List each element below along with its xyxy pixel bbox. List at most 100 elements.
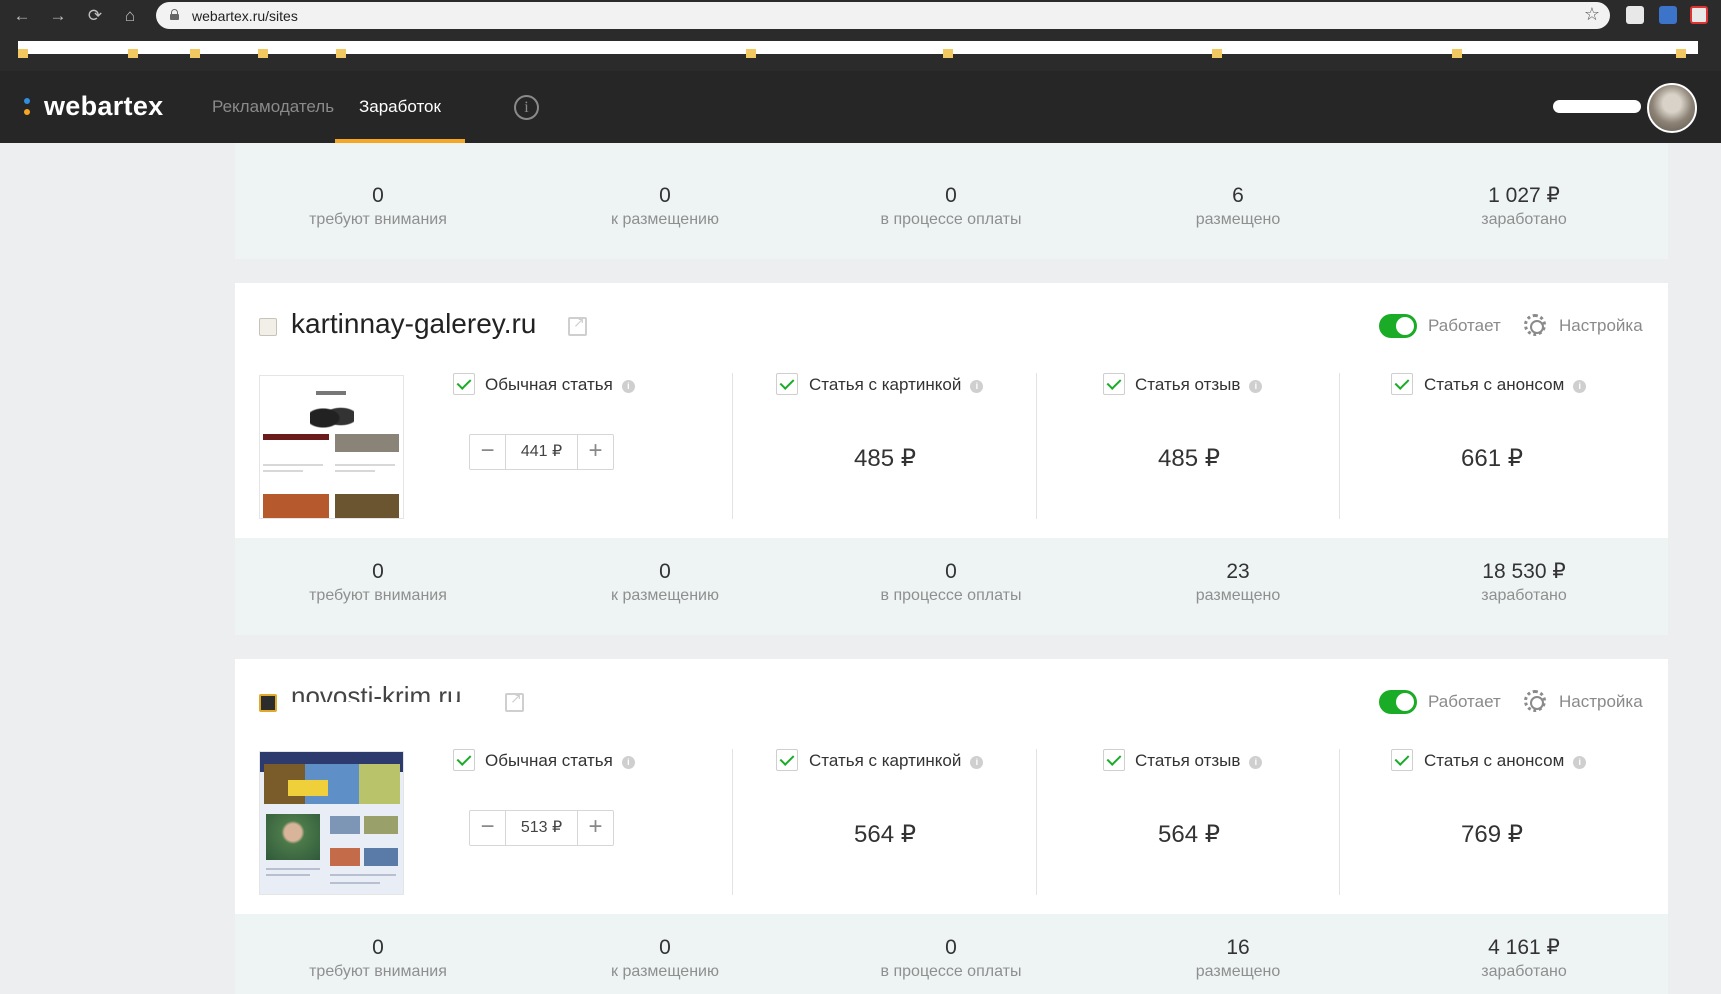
bookmark-folder-icon[interactable] xyxy=(1676,49,1686,58)
help-icon: i xyxy=(1249,756,1263,769)
site-thumbnail xyxy=(259,375,404,519)
site-thumbnail xyxy=(259,751,404,895)
stat-to-place: 0к размещению xyxy=(611,184,719,228)
price-value: 661 ₽ xyxy=(1461,445,1523,472)
price-value[interactable]: 513 ₽ xyxy=(507,811,576,845)
review-article-checkbox[interactable] xyxy=(1103,373,1125,395)
sites-list: 0 требуют внимания 0к размещению 0в проце… xyxy=(0,143,1721,994)
logo-dots-icon xyxy=(24,98,32,118)
stats-row: 0 требуют внимания 0к размещению 0в проце… xyxy=(235,162,1668,259)
bookmarks-redacted xyxy=(18,41,1698,54)
price-value: 769 ₽ xyxy=(1461,821,1523,848)
announce-article-label: Статья с анонсом i xyxy=(1424,375,1587,395)
stat-attention: 0 требуют внимания xyxy=(309,936,447,980)
info-icon[interactable]: i xyxy=(514,95,539,120)
help-icon: i xyxy=(1573,756,1587,769)
logo-text: webartex xyxy=(44,91,164,121)
site-active-toggle[interactable] xyxy=(1379,314,1417,338)
stat-attention: 0 требуют внимания xyxy=(309,560,447,604)
help-icon: i xyxy=(1573,380,1587,393)
gear-icon[interactable] xyxy=(1524,690,1546,712)
price-value: 564 ₽ xyxy=(1158,821,1220,848)
standard-article-checkbox[interactable] xyxy=(453,749,475,771)
tab-advertiser[interactable]: Рекламодатель xyxy=(212,71,334,143)
bookmarks-bar xyxy=(0,31,1721,71)
pricing-review: Статья отзыв i 564 ₽ xyxy=(1036,749,1340,895)
bookmark-folder-icon[interactable] xyxy=(943,49,953,58)
external-link-icon[interactable] xyxy=(505,690,524,712)
settings-link[interactable]: Настройка xyxy=(1559,692,1643,712)
back-arrow-icon[interactable]: ← xyxy=(10,4,34,28)
bookmark-folder-icon[interactable] xyxy=(1212,49,1222,58)
site-active-toggle[interactable] xyxy=(1379,690,1417,714)
bookmark-folder-icon[interactable] xyxy=(1452,49,1462,58)
home-icon[interactable]: ⌂ xyxy=(118,4,142,28)
stat-payment: 0в процессе оплаты xyxy=(880,936,1022,980)
pricing-image: Статья с картинкой i 564 ₽ xyxy=(732,749,1036,895)
pricing-standard: Обычная статья i − 513 ₽ + xyxy=(445,749,749,895)
extension-grid-icon[interactable] xyxy=(1659,6,1677,24)
standard-article-checkbox[interactable] xyxy=(453,373,475,395)
pricing-announce: Статья с анонсом i 769 ₽ xyxy=(1339,749,1643,895)
standard-article-label: Обычная статья i xyxy=(485,751,635,771)
stat-earned: 4 161 ₽ заработано xyxy=(1481,936,1567,980)
bookmark-folder-icon[interactable] xyxy=(190,49,200,58)
pricing-announce: Статья с анонсом i 661 ₽ xyxy=(1339,373,1643,519)
extension-icon[interactable] xyxy=(1626,6,1644,24)
image-article-label: Статья с картинкой i xyxy=(809,375,984,395)
address-bar[interactable]: webartex.ru/sites ☆ xyxy=(156,2,1610,29)
bookmark-folder-icon[interactable] xyxy=(746,49,756,58)
url-text[interactable]: webartex.ru/sites xyxy=(192,8,298,24)
stat-to-place: 0к размещению xyxy=(611,560,719,604)
user-name-redacted[interactable] xyxy=(1553,100,1641,113)
extension-yandex-icon[interactable] xyxy=(1690,6,1708,24)
site-name[interactable]: novosti-krim.ru xyxy=(291,681,461,702)
site-status: Работает xyxy=(1428,692,1501,711)
stats-row: 0 требуют внимания 0к размещению 0в проце… xyxy=(235,538,1668,635)
settings-link[interactable]: Настройка xyxy=(1559,316,1643,336)
forward-arrow-icon[interactable]: → xyxy=(46,4,70,28)
help-icon: i xyxy=(1249,380,1263,393)
price-value: 485 ₽ xyxy=(854,445,916,472)
gear-icon[interactable] xyxy=(1524,314,1546,336)
price-value: 564 ₽ xyxy=(854,821,916,848)
avatar[interactable] xyxy=(1647,83,1697,133)
image-article-checkbox[interactable] xyxy=(776,373,798,395)
plus-icon[interactable]: + xyxy=(577,811,613,845)
price-value: 485 ₽ xyxy=(1158,445,1220,472)
stat-earned: 1 027 ₽ заработано xyxy=(1481,184,1567,228)
standard-article-label: Обычная статья i xyxy=(485,375,635,395)
external-link-icon[interactable] xyxy=(568,314,587,336)
tab-earnings[interactable]: Заработок xyxy=(335,71,465,143)
announce-article-label: Статья с анонсом i xyxy=(1424,751,1587,771)
image-article-checkbox[interactable] xyxy=(776,749,798,771)
minus-icon[interactable]: − xyxy=(470,811,506,845)
stat-placed: 16 размещено xyxy=(1195,936,1281,980)
review-article-checkbox[interactable] xyxy=(1103,749,1125,771)
plus-icon[interactable]: + xyxy=(577,435,613,469)
bookmark-folder-icon[interactable] xyxy=(18,49,28,58)
review-article-label: Статья отзыв i xyxy=(1135,751,1263,771)
announce-article-checkbox[interactable] xyxy=(1391,749,1413,771)
pricing-review: Статья отзыв i 485 ₽ xyxy=(1036,373,1340,519)
price-stepper[interactable]: − 441 ₽ + xyxy=(469,434,614,470)
price-stepper[interactable]: − 513 ₽ + xyxy=(469,810,614,846)
stat-earned: 18 530 ₽ заработано xyxy=(1481,560,1567,604)
browser-toolbar: ← → ⟳ ⌂ webartex.ru/sites ☆ xyxy=(0,0,1721,31)
stat-payment: 0в процессе оплаты xyxy=(880,184,1022,228)
bookmark-star-icon[interactable]: ☆ xyxy=(1584,4,1600,25)
site-favicon-icon xyxy=(259,694,277,712)
site-header: webartex Рекламодатель Заработок i xyxy=(0,71,1721,143)
site-favicon-icon xyxy=(259,318,277,336)
site-name[interactable]: kartinnay-galerey.ru xyxy=(291,308,536,340)
site-card: novosti-krim.ru Работает Настройка Обычн… xyxy=(235,659,1668,994)
stat-placed: 23 размещено xyxy=(1195,560,1281,604)
price-value[interactable]: 441 ₽ xyxy=(507,435,576,469)
bookmark-folder-icon[interactable] xyxy=(336,49,346,58)
reload-icon[interactable]: ⟳ xyxy=(83,4,107,28)
lock-icon xyxy=(170,9,179,20)
minus-icon[interactable]: − xyxy=(470,435,506,469)
bookmark-folder-icon[interactable] xyxy=(128,49,138,58)
bookmark-folder-icon[interactable] xyxy=(258,49,268,58)
announce-article-checkbox[interactable] xyxy=(1391,373,1413,395)
